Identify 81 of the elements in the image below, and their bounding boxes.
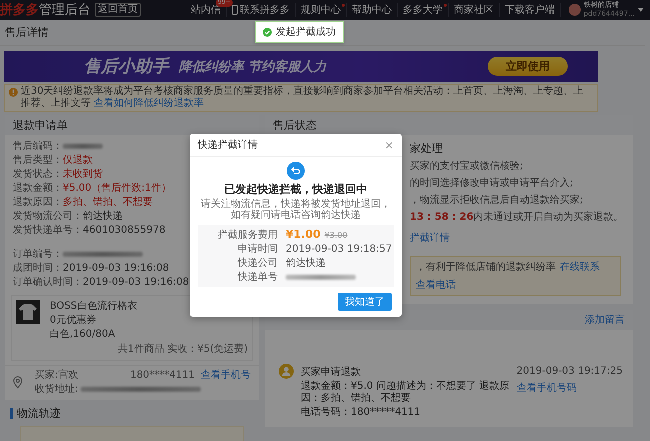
user-avatar-icon [279,364,294,379]
message-text: 退款金额：¥5.0 问题描述为：不想要了 退款原因：多拍、错拍、不想要 [301,381,511,405]
promo-banner[interactable]: 售后小助手 降低纠纷率 节约客服人力 立即使用 [4,51,598,82]
nav-link[interactable]: 商家社区 [448,3,500,17]
field-label: 售后类型： [13,154,63,167]
info-label: 拦截服务费用 [217,228,278,242]
field-label: 退款原因： [13,196,63,209]
page-title: 售后详情 [5,25,49,40]
status-text: 的时间选择修改申请或申请平台介入; [410,176,574,190]
field-label: 订单编号： [13,248,63,261]
info-value: 韵达快递 [286,257,327,270]
nav-link[interactable]: 帮助中心 [346,3,398,17]
intercept-detail-link[interactable]: 拦截详情 [410,231,627,245]
notice-text: 近30天纠纷退款率将成为平台考核商家服务质量的重要指标，直接影响到商家参加平台相关活动：上首页、上海淘、上专题、上推荐、上推文等 查看如何降低纠纷退款率 [21,86,585,110]
dialog-description: 请关注物流信息，快递将被发货地址退回，如有疑问请电话咨询韵达快递 [200,199,392,221]
logo-brand: 拼多多 [0,2,39,19]
message-phone: 电话号码：180*****4111 [301,407,422,419]
nav-link[interactable]: 下载客户端 [500,3,561,17]
dialog-heading: 已发起快递拦截，快递退回中 [224,182,368,197]
banner-title: 售后小助手 [84,56,169,78]
product-spec: 白色,160/80A [50,328,116,342]
field-label: 收货地址: [35,382,78,396]
field-value: 多拍、错拍、不想要 [63,196,153,209]
toast-text: 发起拦截成功 [276,26,336,39]
field-value: 2019-09-03 19:16:08 [63,262,170,274]
section-title: 物流轨迹 [17,406,61,421]
add-message-link[interactable]: 添加留言 [585,313,625,327]
notice-link[interactable]: 查看如何降低纠纷退款率 [94,98,204,109]
countdown-text: 13 : 58 : 26内未通过或开启自动为买家退款。 [410,210,625,224]
field-label: 退款金额： [13,182,63,195]
logo-title: 管理后台 [39,2,91,19]
tip-link[interactable]: 在线联系 [560,260,600,274]
field-label: 发货状态： [13,168,63,181]
coupon-text: 0元优惠券 [50,314,96,328]
tip-text: ，有利于降低店铺的退款纠纷率 [416,260,556,274]
check-icon [263,28,272,36]
home-button[interactable]: 返回首页 [95,3,141,17]
field-label: 发货物流公司： [13,210,83,223]
info-label: 快递公司 [236,257,278,270]
field-value: 韵达快递 [83,210,123,223]
warning-icon [9,88,18,97]
fee-price: ¥1.00 [286,228,321,241]
nav-link[interactable]: 联系拼多多 [226,3,296,17]
panel-title: 退款申请单 [13,118,68,132]
location-icon [13,376,23,388]
info-label: 申请时间 [237,243,278,256]
info-value: 2019-09-03 19:18:57 [286,243,394,256]
caret-icon[interactable] [638,8,644,12]
message-title: 买家申请退款 [301,366,362,378]
status-text: 买家的支付宝或微信核验; [410,160,524,173]
info-label: 快递单号 [236,271,278,284]
banner-slogan: 降低纠纷率 节约客服人力 [179,58,327,76]
view-phone-link[interactable]: 查看手机号 [201,368,251,382]
dialog-title: 快递拦截详情 [198,138,258,152]
close-button[interactable]: × [384,138,394,152]
field-value: 4601030855978 [83,224,166,236]
field-value: 未收到货 [63,168,103,181]
field-label: 售后编码： [13,140,63,153]
field-value: 2019-09-03 19:16:08 [83,276,190,288]
product-name: BOSS白色流行格衣 [50,300,138,314]
message-time: 2019-09-03 19:17:25 [516,366,623,377]
field-value: ¥5.00（售后件数:1件） [63,182,172,195]
original-price: ¥3.00 [324,231,348,240]
field-value: 仅退款 [63,154,93,167]
buyer-phone: 180****4111 [130,370,195,380]
blurred-value [286,275,356,280]
panel-title: 售后状态 [273,118,317,132]
field-label: 订单确认时间： [13,276,83,289]
order-summary: 共1件商品 实收：¥5(免运费) [116,342,248,356]
field-label: 发货快递单号： [13,224,83,237]
view-phone-link[interactable]: 查看手机号码 [516,381,623,405]
buyer-name: 买家:宫欢 [35,368,80,382]
tshirt-thumbnail [16,300,40,324]
field-label: 成团时间： [13,262,63,275]
phone-icon [232,5,238,15]
blurred-value [63,144,103,148]
tip-link[interactable]: 查看电话 [416,278,456,292]
use-now-button[interactable]: 立即使用 [488,57,568,76]
status-text: ，物流显示拒收信息后自动退款给买家; [410,194,584,207]
status-heading: 家处理 [410,141,444,156]
got-it-button[interactable]: 我知道了 [338,293,392,311]
